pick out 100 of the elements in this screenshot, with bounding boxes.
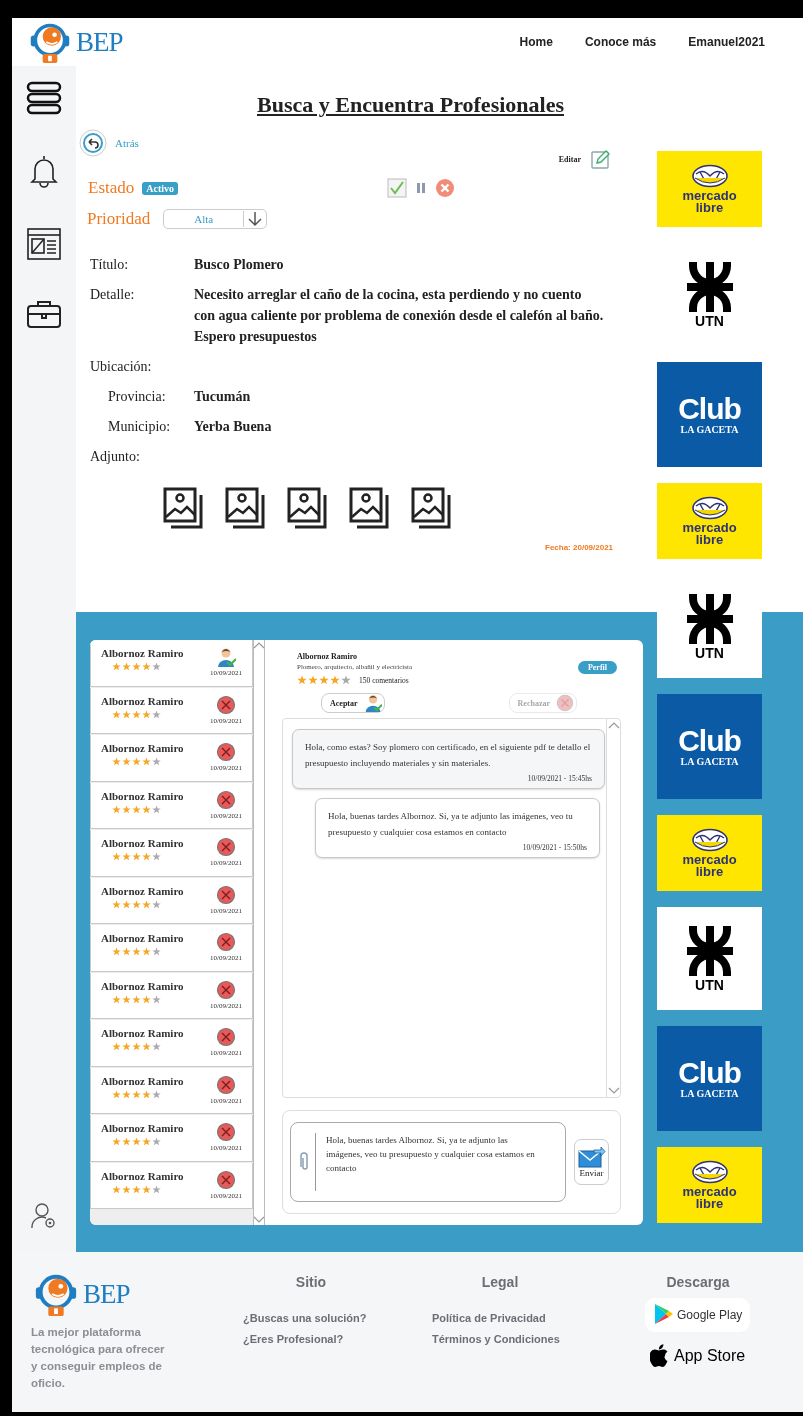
star-icon [152, 804, 161, 814]
rejected-icon[interactable] [216, 979, 237, 1000]
app-store-button[interactable]: App Store [645, 1344, 751, 1368]
footer-link[interactable]: Política de Privacidad [425, 1312, 645, 1324]
rejected-icon[interactable] [216, 1169, 237, 1190]
club-la-gaceta-ad[interactable]: Club LA GACETA [657, 1026, 762, 1131]
google-play-button[interactable]: Google Play [645, 1298, 751, 1332]
paperclip-icon[interactable] [300, 1152, 310, 1172]
nav-link[interactable]: Emanuel2021 [688, 35, 765, 49]
priority-label: Prioridad [87, 209, 151, 229]
rejected-icon[interactable] [216, 1122, 237, 1142]
edit-label: Editar [558, 154, 581, 164]
accept-button[interactable]: Aceptar [321, 693, 385, 713]
field-label: Provincia: [108, 388, 167, 406]
menu-icon[interactable] [26, 81, 62, 115]
rejected-icon[interactable] [216, 1074, 237, 1095]
star-icon [152, 709, 161, 719]
star-icon [142, 947, 151, 956]
star-icon [152, 994, 161, 1004]
club-la-gaceta-ad[interactable]: Club LA GACETA [657, 694, 762, 799]
image-icon[interactable] [163, 487, 205, 531]
star-icon [112, 1137, 121, 1146]
star-icon [142, 1089, 151, 1099]
footer-link[interactable]: ¿Buscas una solución? [236, 1312, 425, 1324]
club-la-gaceta-ad[interactable]: Club LA GACETA [657, 362, 762, 467]
pause-icon[interactable] [415, 182, 428, 194]
star-icon [122, 1089, 131, 1099]
star-icon [152, 757, 161, 766]
back-button[interactable] [79, 129, 107, 157]
mercadolibre-ad[interactable]: mercado libre [657, 151, 762, 227]
star-icon [152, 852, 161, 861]
star-icon [132, 757, 141, 766]
star-icon [112, 852, 121, 861]
rejected-icon[interactable] [216, 742, 237, 762]
footer-heading: Sitio [294, 1274, 328, 1290]
ad-wordmark: UTN [695, 977, 724, 992]
field-label: Adjunto: [90, 448, 141, 466]
image-icon[interactable] [411, 487, 453, 531]
applicant-name: Albornoz Ramiro [101, 742, 184, 754]
rejected-icon[interactable] [216, 789, 237, 810]
star-icon [308, 675, 318, 685]
send-button[interactable]: Enviar [574, 1139, 609, 1185]
chevron-down-icon[interactable] [607, 1086, 620, 1095]
star-icon [152, 1042, 161, 1051]
logo-text: BEP [76, 26, 123, 58]
scrollbar[interactable] [606, 719, 620, 1097]
bell-icon[interactable] [29, 153, 59, 189]
star-icon [122, 757, 131, 766]
star-icon [152, 1089, 161, 1099]
nav-link[interactable]: Home [519, 35, 553, 49]
briefcase-icon[interactable] [26, 299, 62, 329]
star-icon [112, 662, 121, 671]
star-icon [122, 709, 131, 719]
accepted-user-icon[interactable] [216, 647, 237, 667]
scrollbar[interactable] [253, 640, 265, 1225]
browser-window-icon[interactable] [26, 227, 62, 261]
rejected-icon[interactable] [216, 837, 237, 857]
image-icon[interactable] [287, 487, 329, 531]
ad-wordmark: UTN [695, 645, 724, 660]
edit-icon[interactable] [591, 149, 611, 169]
apple-icon [650, 1344, 670, 1368]
chevron-up-icon[interactable] [253, 641, 265, 650]
star-icon [297, 675, 307, 685]
mail-send-icon [577, 1146, 606, 1168]
rejected-icon[interactable] [216, 1027, 237, 1047]
utn-logo-icon [686, 593, 733, 644]
status-badge: Activo [142, 181, 179, 195]
image-icon[interactable] [349, 487, 391, 531]
rejected-icon[interactable] [216, 932, 237, 952]
rejected-icon[interactable] [216, 694, 237, 715]
mercadolibre-ad[interactable]: mercado libre [657, 483, 762, 559]
utn-ad[interactable]: UTN [657, 907, 762, 1010]
user-settings-icon[interactable] [31, 1202, 57, 1230]
rejected-icon[interactable] [216, 884, 237, 905]
star-icon [132, 804, 141, 814]
chevron-down-icon[interactable] [253, 1215, 265, 1224]
field-value: Busco Plomero [194, 256, 285, 274]
star-icon [122, 1137, 131, 1146]
ad-wordmark: Club [678, 1058, 741, 1088]
footer-link[interactable]: Términos y Condiciones [425, 1333, 645, 1345]
field-label: Título: [90, 256, 130, 274]
image-icon[interactable] [225, 487, 267, 531]
mercadolibre-ad[interactable]: mercado libre [657, 815, 762, 891]
nav-link[interactable]: Conoce más [584, 35, 657, 49]
logo-text: BEP [83, 1278, 130, 1310]
star-icon [142, 899, 151, 909]
mercadolibre-ad[interactable]: mercado libre [657, 1147, 762, 1223]
applicant-name: Albornoz Ramiro [101, 789, 184, 802]
ad-wordmark: mercado libre [682, 1186, 737, 1210]
field-value: Necesito arreglar el caño de la cocina, esta perdiendo y no cuento con agua caliente por problema de conexión desde el calefón al baño. Espero presupuestos [194, 286, 605, 346]
message-field[interactable]: Hola, buenas tardes Albornoz. Si, ya te adjunto las imágenes, veo tu presupuesto y cualquier cosa estamos en contacto [290, 1122, 566, 1202]
star-icon [122, 804, 131, 814]
star-icon [132, 1137, 141, 1146]
handshake-logo-icon [690, 496, 729, 520]
star-icon [122, 1184, 131, 1194]
field-value: Tucumán [194, 388, 252, 406]
ad-tagline: LA GACETA [680, 424, 739, 435]
chevron-up-icon[interactable] [607, 721, 620, 730]
footer-link[interactable]: ¿Eres Profesional? [236, 1333, 425, 1345]
check-icon[interactable] [387, 178, 408, 198]
